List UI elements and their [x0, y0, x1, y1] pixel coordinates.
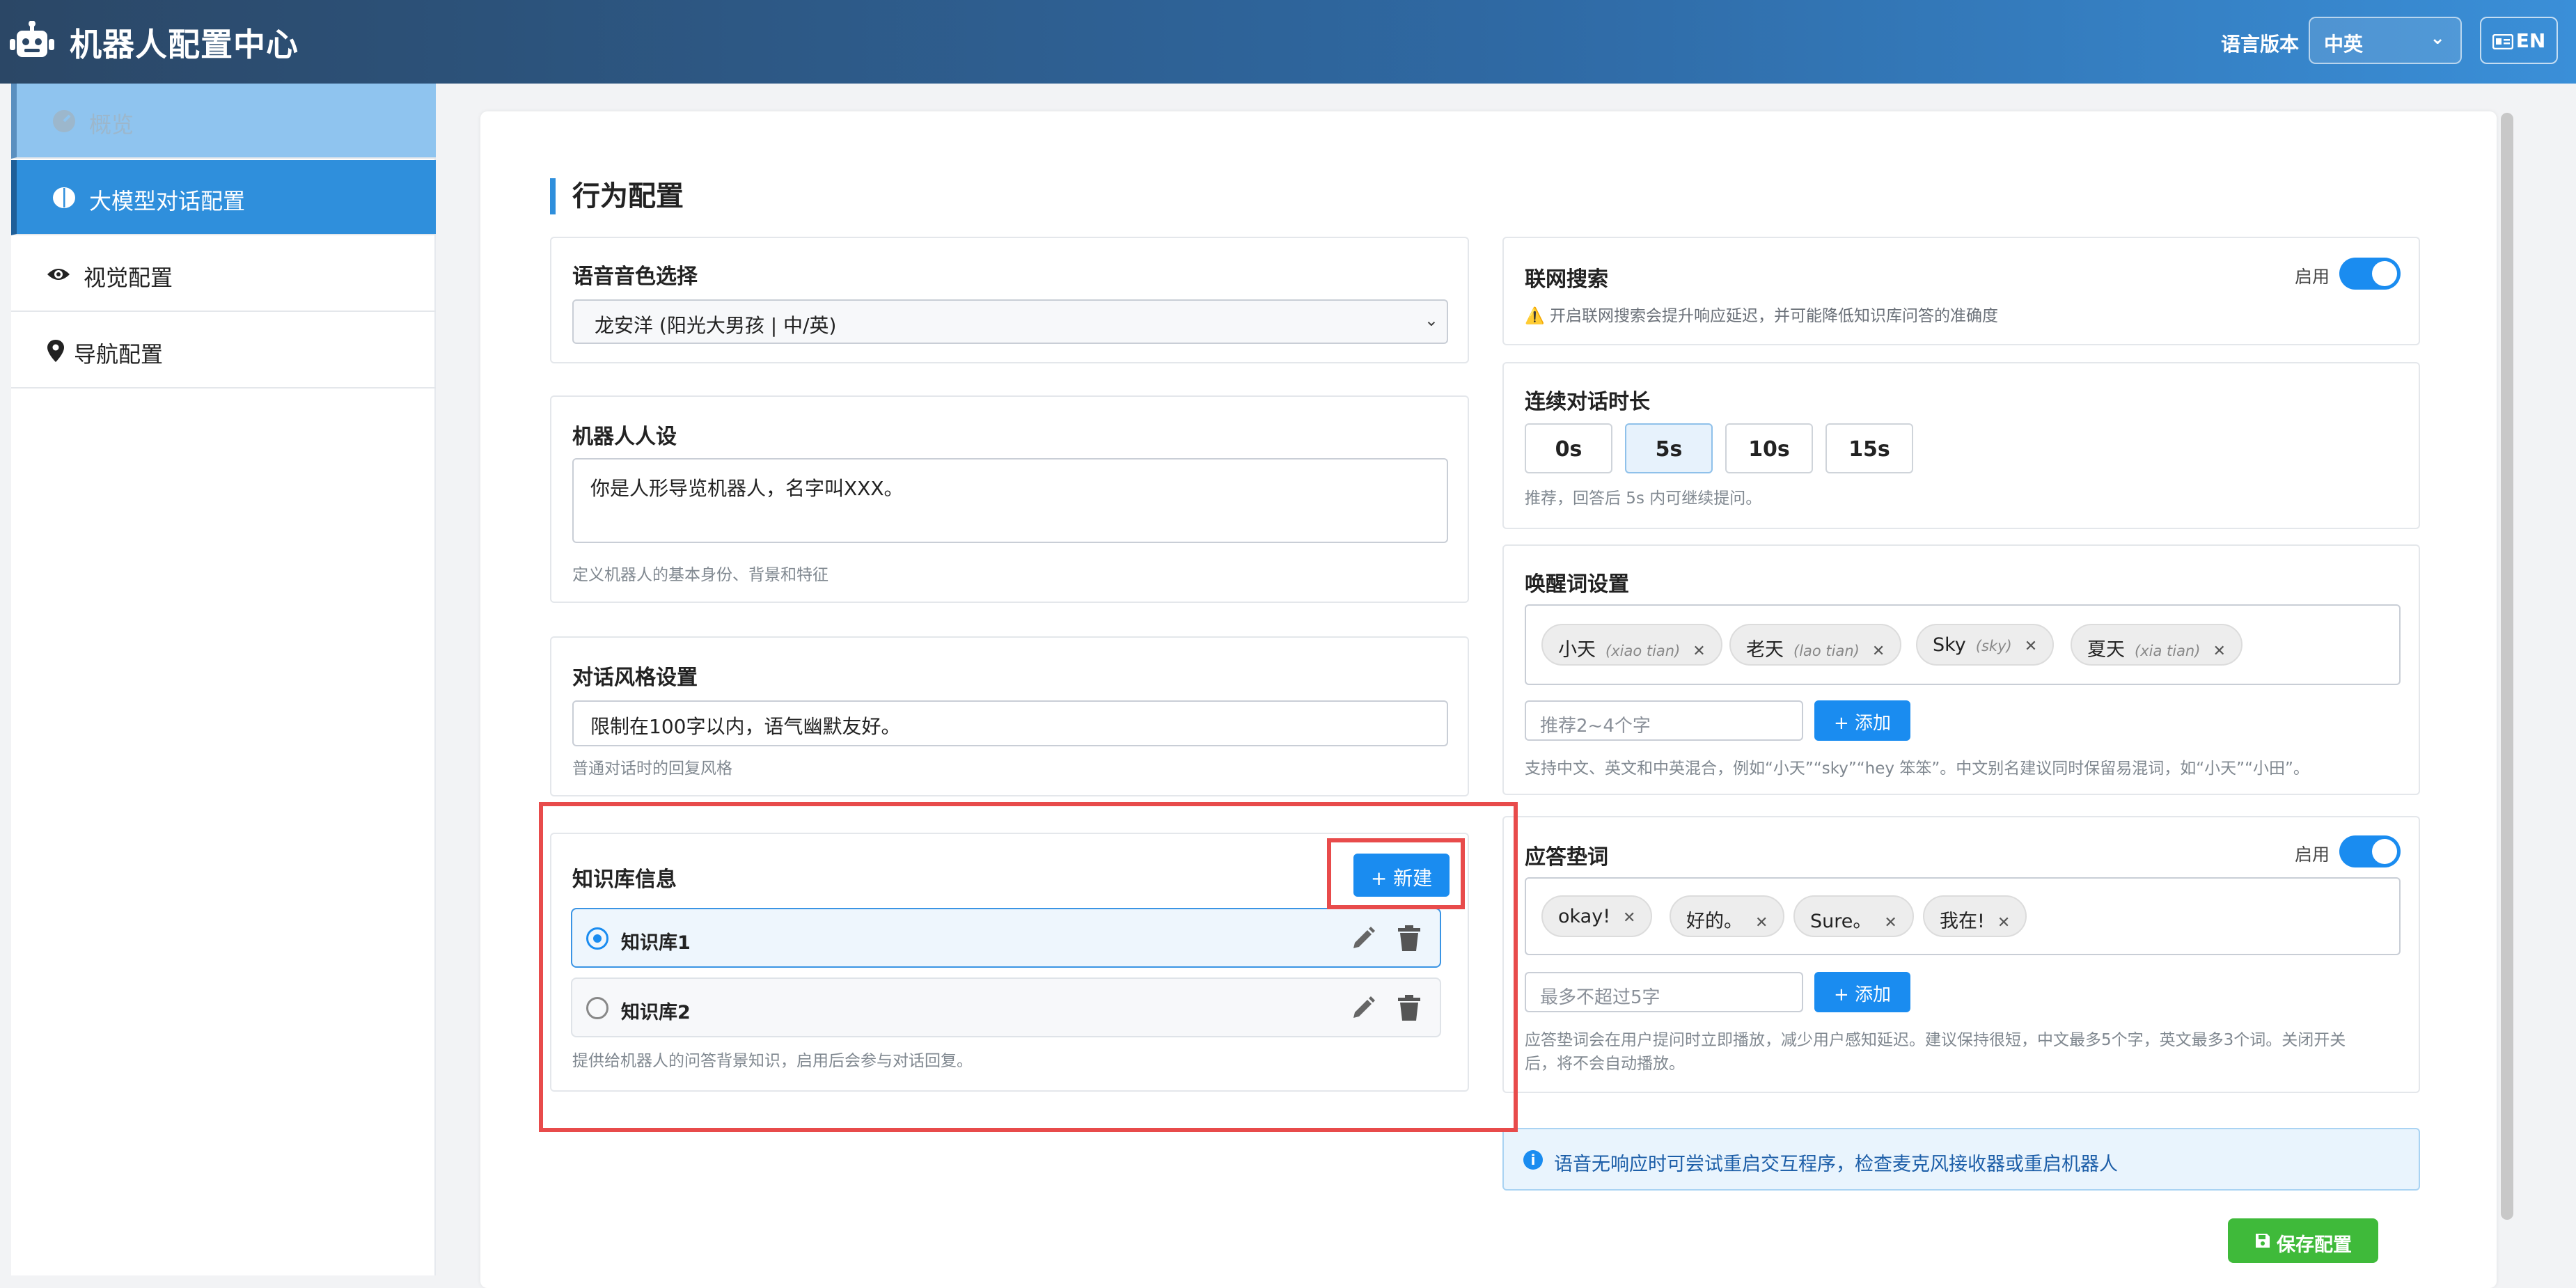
save-config-button[interactable]: 保存配置 — [2228, 1218, 2378, 1263]
sidebar-item-navigation[interactable]: 导航配置 — [11, 313, 436, 388]
duration-hint: 推荐，回答后 5s 内可继续提问。 — [1525, 489, 1762, 508]
filler-tag: 好的。 ✕ — [1670, 895, 1785, 937]
close-icon[interactable]: ✕ — [2025, 638, 2037, 655]
map-pin-icon — [47, 340, 64, 362]
persona-card: 机器人人设 你是人形导览机器人，名字叫XXX。 定义机器人的基本身份、背景和特征 — [550, 395, 1469, 603]
close-icon[interactable]: ✕ — [1623, 909, 1635, 927]
section-title: 行为配置 — [550, 178, 684, 214]
sidebar-item-llm-dialog[interactable]: 大模型对话配置 — [11, 160, 436, 235]
filler-hint-line2: 后，将不会自动播放。 — [1525, 1055, 1685, 1073]
voice-card: 语音音色选择 龙安洋 (阳光大男孩 | 中/英) ⌄ — [550, 237, 1469, 363]
english-button-label: EN — [2515, 29, 2546, 52]
app-header: 机器人配置中心 语言版本 中英 ⌄ EN — [0, 0, 2576, 84]
robot-icon — [10, 21, 54, 57]
sidebar-item-vision[interactable]: 视觉配置 — [11, 237, 436, 312]
persona-title: 机器人人设 — [572, 425, 677, 449]
filler-tag: Sure。 ✕ — [1793, 895, 1914, 937]
sidebar-item-label: 大模型对话配置 — [89, 188, 246, 214]
web-search-toggle[interactable] — [2339, 258, 2401, 290]
persona-textarea[interactable]: 你是人形导览机器人，名字叫XXX。 — [572, 458, 1448, 543]
voice-select-value: 龙安洋 (阳光大男孩 | 中/英) — [595, 314, 837, 337]
duration-option-0s[interactable]: 0s — [1525, 423, 1612, 473]
sidebar: 概览 大模型对话配置 视觉配置 导航配置 — [11, 84, 436, 1275]
save-icon — [2256, 1234, 2270, 1248]
close-icon[interactable]: ✕ — [1755, 914, 1768, 932]
style-input[interactable]: 限制在100字以内，语气幽默友好。 — [572, 700, 1448, 746]
filler-toggle-label: 启用 — [2295, 845, 2330, 865]
style-title: 对话风格设置 — [572, 666, 698, 690]
style-hint: 普通对话时的回复风格 — [572, 760, 732, 778]
wake-tag: 小天 (xiao tian) ✕ — [1541, 624, 1722, 666]
close-icon[interactable]: ✕ — [1884, 914, 1896, 932]
close-icon[interactable]: ✕ — [2213, 643, 2225, 660]
wake-hint: 支持中文、英文和中英混合，例如“小天”“sky”“hey 笨笨”。中文别名建议同… — [1525, 760, 2309, 778]
wake-tag-box: 小天 (xiao tian) ✕ 老天 (lao tian) ✕ Sky (sky) ✕ 夏… — [1525, 604, 2401, 685]
sidebar-item-overview[interactable]: 概览 — [11, 84, 436, 159]
filler-card: 应答垫词 启用 okay! ✕ 好的。 ✕ Sure。 ✕ 我在! ✕ 最多不超过5字 … — [1502, 816, 2420, 1093]
filler-hint-line1: 应答垫词会在用户提问时立即播放，减少用户感知延迟。建议保持很短，中文最多5个字，… — [1525, 1031, 2346, 1049]
duration-card: 连续对话时长 0s 5s 10s 15s 推荐，回答后 5s 内可继续提问。 — [1502, 362, 2420, 529]
chevron-down-icon: ⌄ — [1424, 311, 1438, 330]
filler-add-button[interactable]: + 添加 — [1814, 972, 1910, 1012]
brain-icon — [53, 187, 75, 208]
web-search-toggle-label: 启用 — [2295, 267, 2330, 287]
filler-tag: 我在! ✕ — [1923, 895, 2027, 937]
filler-tag-box: okay! ✕ 好的。 ✕ Sure。 ✕ 我在! ✕ — [1525, 877, 2401, 955]
close-icon[interactable]: ✕ — [1693, 643, 1705, 660]
duration-title: 连续对话时长 — [1525, 390, 1650, 414]
voice-select[interactable]: 龙安洋 (阳光大男孩 | 中/英) ⌄ — [572, 299, 1448, 344]
highlight-box — [1327, 838, 1465, 909]
voice-title: 语音音色选择 — [572, 265, 698, 289]
info-banner: i 语音无响应时可尝试重启交互程序，检查麦克风接收器或重启机器人 — [1502, 1128, 2420, 1191]
close-icon[interactable]: ✕ — [1997, 914, 2010, 932]
info-icon: i — [1523, 1150, 1543, 1170]
wake-tag: 夏天 (xia tian) ✕ — [2071, 624, 2243, 666]
duration-option-15s[interactable]: 15s — [1825, 423, 1913, 473]
filler-tag: okay! ✕ — [1541, 895, 1653, 937]
wake-input[interactable]: 推荐2~4个字 — [1525, 700, 1803, 741]
wake-add-button[interactable]: + 添加 — [1814, 700, 1910, 741]
persona-hint: 定义机器人的基本身份、背景和特征 — [572, 566, 828, 584]
wake-tag: 老天 (lao tian) ✕ — [1729, 624, 1902, 666]
language-label: 语言版本 — [2221, 33, 2300, 56]
gauge-icon — [53, 110, 75, 132]
save-button-label: 保存配置 — [2277, 1234, 2352, 1256]
eye-icon — [47, 269, 70, 280]
wake-title: 唤醒词设置 — [1525, 572, 1629, 597]
id-card-icon — [2492, 33, 2513, 50]
app-title: 机器人配置中心 — [70, 26, 299, 63]
wake-word-card: 唤醒词设置 小天 (xiao tian) ✕ 老天 (lao tian) ✕ Sky (s… — [1502, 544, 2420, 795]
info-text: 语音无响应时可尝试重启交互程序，检查麦克风接收器或重启机器人 — [1554, 1154, 2118, 1175]
language-select[interactable]: 中英 ⌄ — [2309, 17, 2462, 64]
style-card: 对话风格设置 限制在100字以内，语气幽默友好。 普通对话时的回复风格 — [550, 636, 1469, 796]
sidebar-item-label: 导航配置 — [74, 341, 164, 368]
web-search-card: 联网搜索 启用 ⚠️ 开启联网搜索会提升响应延迟，并可能降低知识库问答的准确度 — [1502, 237, 2420, 345]
filler-toggle[interactable] — [2339, 835, 2401, 867]
close-icon[interactable]: ✕ — [1872, 643, 1885, 660]
duration-option-5s[interactable]: 5s — [1625, 423, 1713, 473]
web-search-title: 联网搜索 — [1525, 267, 1608, 292]
filler-title: 应答垫词 — [1525, 845, 1608, 870]
language-select-value: 中英 — [2324, 33, 2364, 56]
english-toggle-button[interactable]: EN — [2480, 17, 2558, 64]
filler-input[interactable]: 最多不超过5字 — [1525, 972, 1803, 1012]
scrollbar[interactable] — [2501, 113, 2513, 1220]
duration-option-10s[interactable]: 10s — [1725, 423, 1813, 473]
wake-tag: Sky (sky) ✕ — [1916, 624, 2055, 666]
sidebar-item-label: 概览 — [89, 111, 134, 138]
sidebar-item-label: 视觉配置 — [84, 265, 173, 291]
web-search-hint: ⚠️ 开启联网搜索会提升响应延迟，并可能降低知识库问答的准确度 — [1525, 307, 1998, 325]
chevron-down-icon: ⌄ — [2430, 28, 2445, 49]
